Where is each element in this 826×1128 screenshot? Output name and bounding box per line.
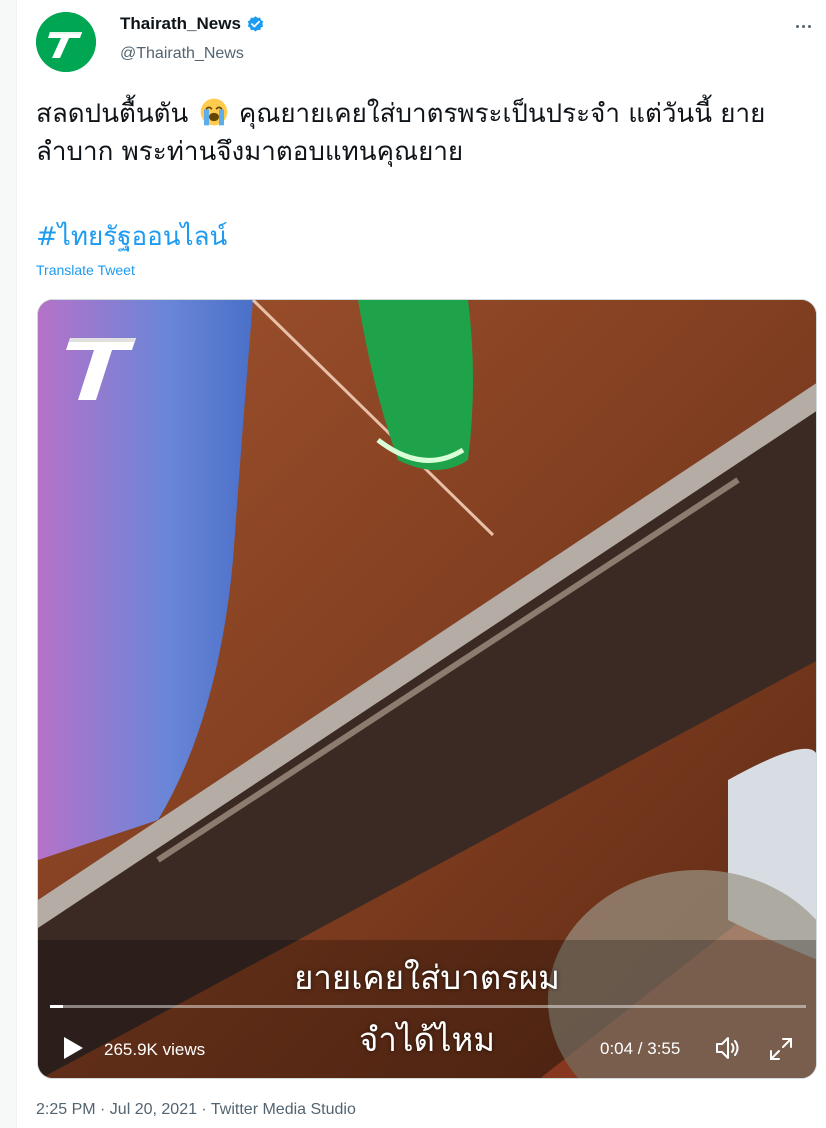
play-icon[interactable] — [62, 1036, 84, 1060]
video-progress-bar[interactable] — [50, 1005, 806, 1008]
tweet-timestamp[interactable]: 2:25 PM · Jul 20, 2021 · Twitter Media S… — [36, 1101, 356, 1119]
video-controls: 265.9K views 0:04 / 3:55 — [38, 1032, 816, 1066]
hashtag-link[interactable]: #ไทยรัฐออนไลน์ — [36, 218, 227, 256]
translate-tweet-link[interactable]: Translate Tweet — [36, 262, 135, 278]
tweet-header: Thairath_News @Thairath_News — [36, 8, 816, 78]
display-name[interactable]: Thairath_News — [120, 14, 241, 34]
tweet-text: สลดปนตื้นตัน คุณยายเคยใส่บาตรพระเป็นประจ… — [36, 95, 816, 171]
tweet-text-part1: สลดปนตื้นตัน — [36, 99, 189, 129]
video-time: 0:04 / 3:55 — [600, 1039, 681, 1058]
sidebar-strip — [0, 0, 17, 1128]
user-handle[interactable]: @Thairath_News — [120, 45, 244, 63]
video-player[interactable]: ยายเคยใส่บาตรผม จำได้ไหม 265.9K views 0:… — [37, 299, 817, 1079]
video-subtitle-line1: ยายเคยใส่บาตรผม — [294, 958, 560, 997]
loudly-crying-face-icon — [200, 98, 227, 126]
more-options-icon[interactable] — [790, 16, 816, 36]
volume-icon[interactable] — [714, 1035, 742, 1061]
video-progress-fill — [50, 1005, 63, 1008]
avatar[interactable] — [36, 12, 96, 72]
verified-badge-icon — [247, 15, 264, 32]
view-count: 265.9K views — [104, 1040, 206, 1059]
fullscreen-icon[interactable] — [768, 1036, 794, 1062]
